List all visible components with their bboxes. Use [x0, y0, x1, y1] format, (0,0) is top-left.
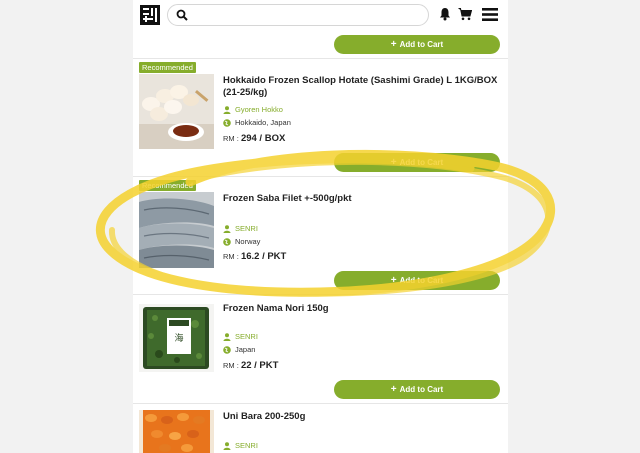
- price-prefix: RM :: [223, 134, 239, 143]
- product-title[interactable]: Frozen Saba Filet +-500g/pkt: [223, 193, 503, 205]
- bell-icon[interactable]: [439, 7, 451, 21]
- price: RM : 22 / PKT: [223, 360, 278, 371]
- origin-row: Hokkaido, Japan: [223, 118, 291, 127]
- origin-row: Japan: [223, 345, 255, 354]
- top-bar: [133, 0, 508, 30]
- seller-row[interactable]: SENRI: [223, 332, 258, 341]
- saba-product-image[interactable]: [139, 192, 214, 268]
- seller-row[interactable]: Gyoren Hokko: [223, 105, 283, 114]
- product-title[interactable]: Hokkaido Frozen Scallop Hotate (Sashimi …: [223, 75, 503, 99]
- divider: [133, 58, 508, 59]
- cart-icon[interactable]: [458, 7, 472, 21]
- price-value: 16.2 / PKT: [240, 251, 287, 262]
- menu-icon[interactable]: [482, 7, 498, 22]
- seller-name: SENRI: [235, 332, 258, 341]
- seller-row[interactable]: SENRI: [223, 224, 258, 233]
- divider: [133, 176, 508, 177]
- divider: [133, 403, 508, 404]
- seller-name: SENRI: [235, 224, 258, 233]
- user-icon: [223, 105, 231, 114]
- origin-text: Hokkaido, Japan: [235, 118, 291, 127]
- product-title[interactable]: Uni Bara 200-250g: [223, 411, 503, 423]
- price-prefix: RM :: [223, 252, 239, 261]
- price-value: 22 / PKT: [240, 360, 279, 371]
- seller-name: Gyoren Hokko: [235, 105, 283, 114]
- search-icon: [176, 9, 188, 21]
- add-to-cart-button[interactable]: + Add to Cart: [334, 271, 500, 290]
- price-prefix: RM :: [223, 361, 239, 370]
- recommended-badge: Recommended: [139, 62, 196, 73]
- user-icon: [223, 441, 231, 450]
- add-to-cart-button[interactable]: + Add to Cart: [334, 35, 500, 54]
- origin-text: Norway: [235, 237, 261, 246]
- globe-icon: [223, 345, 231, 354]
- origin-text: Japan: [235, 345, 256, 354]
- price: RM : 16.2 / PKT: [223, 251, 286, 262]
- uni-product-image[interactable]: [139, 410, 214, 453]
- recommended-badge: Recommended: [139, 180, 196, 191]
- search-input[interactable]: [194, 7, 426, 25]
- globe-icon: [223, 237, 231, 246]
- user-icon: [223, 332, 231, 341]
- seller-row[interactable]: SENRI: [223, 441, 258, 450]
- add-to-cart-button[interactable]: + Add to Cart: [334, 380, 500, 399]
- seller-name: SENRI: [235, 441, 258, 450]
- svg-text:海: 海: [174, 332, 183, 344]
- globe-icon: [223, 118, 231, 127]
- scallop-product-image[interactable]: [139, 74, 214, 149]
- origin-row: Norway: [223, 237, 260, 246]
- add-to-cart-button[interactable]: + Add to Cart: [334, 153, 500, 172]
- app-viewport: + Add to Cart Recommended Hokkaido Frozen…: [133, 0, 508, 453]
- logo-icon[interactable]: [140, 5, 160, 25]
- nori-product-image[interactable]: 海: [139, 304, 214, 372]
- search-bar[interactable]: [167, 4, 429, 26]
- price: RM : 294 / BOX: [223, 133, 285, 144]
- price-value: 294 / BOX: [240, 133, 286, 144]
- product-title[interactable]: Frozen Nama Nori 150g: [223, 303, 503, 315]
- divider: [133, 294, 508, 295]
- user-icon: [223, 224, 231, 233]
